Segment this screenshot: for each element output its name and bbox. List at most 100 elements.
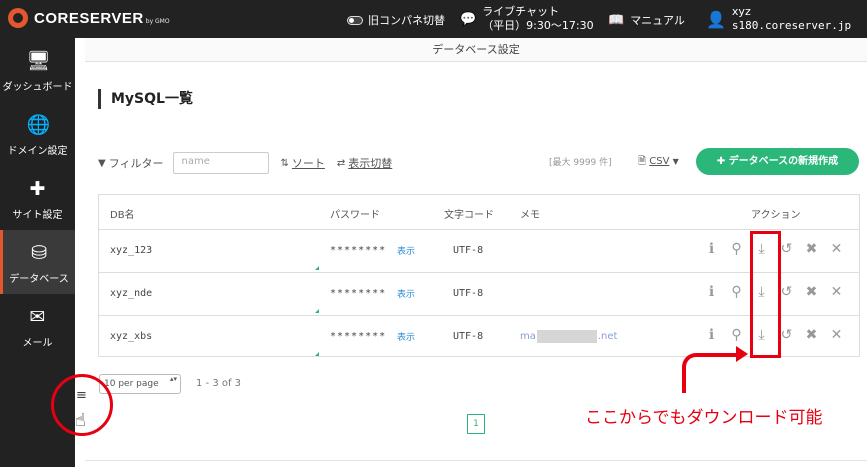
grid-plus-icon: ✚	[29, 178, 46, 200]
filter-input[interactable]: name	[173, 152, 270, 174]
edit-corner-mark[interactable]	[315, 352, 319, 356]
top-header: CORESERVER by GMO 旧コンパネ切替 💬 ライブチャット （平日）…	[0, 0, 867, 38]
monitor-icon: 🖥	[26, 50, 51, 72]
show-password-link[interactable]: 表示	[397, 330, 415, 343]
show-password-link[interactable]: 表示	[397, 244, 415, 257]
memo-prefix: ma	[520, 331, 536, 342]
live-chat-text: ライブチャット （平日）9:30～17:30	[482, 5, 593, 33]
key-icon[interactable]: ⚲	[728, 327, 745, 343]
csv-label: CSV	[649, 156, 670, 167]
column-header: パスワード	[330, 210, 380, 221]
result-range: 1 - 3 of 3	[196, 378, 242, 389]
edit-corner-mark[interactable]	[315, 266, 319, 270]
column-header: アクション	[751, 210, 801, 221]
old-panel-toggle-label: 旧コンパネ切替	[368, 14, 445, 27]
filter-label: フィルター	[108, 157, 164, 170]
display-toggle-link[interactable]: 表示切替	[348, 155, 392, 171]
column-header: メモ	[520, 210, 540, 221]
brand-sub: by GMO	[145, 17, 170, 25]
sidebar-item-site[interactable]: ✚ サイト設定	[0, 166, 75, 230]
column-header: DB名	[110, 210, 135, 221]
key-icon[interactable]: ⚲	[728, 241, 745, 257]
swap-icon: ⇄	[336, 157, 346, 169]
db-name: xyz_123	[110, 245, 153, 256]
new-database-label: データベースの新規作成	[728, 156, 839, 167]
sidebar-item-label: メール	[22, 338, 53, 349]
user-info: xyz s180.coreserver.jp	[732, 5, 851, 33]
show-password-link[interactable]: 表示	[397, 287, 415, 300]
sidebar-item-mail[interactable]: ✉ メール	[0, 294, 75, 358]
globe-icon: 🌐	[26, 114, 51, 136]
page-title: MySQL一覧	[98, 89, 193, 109]
user-menu[interactable]: 👤 xyz s180.coreserver.jp	[706, 5, 851, 33]
delete-icon[interactable]: ✕	[828, 241, 845, 257]
memo[interactable]: ma .net	[520, 330, 617, 343]
download-column-highlight	[750, 231, 781, 358]
table-row: xyz_nde ******** 表示 UTF-8 ℹ ⚲ ⤓ ↺ ✖ ✕	[99, 273, 859, 316]
brand-name: CORESERVER	[34, 9, 144, 27]
password-masked: ********	[330, 245, 387, 256]
memo-suffix: .net	[597, 331, 618, 342]
sidebar-item-database[interactable]: ⛁ データベース	[0, 230, 75, 294]
delete-icon[interactable]: ✕	[828, 327, 845, 343]
user-name: xyz	[731, 5, 751, 18]
toggle-switch-icon	[347, 15, 363, 25]
per-page-select[interactable]: 10 per page	[99, 374, 181, 394]
live-chat-link[interactable]: 💬 ライブチャット （平日）9:30～17:30	[460, 5, 594, 33]
annotation-text: ここからでもダウンロード可能	[585, 408, 823, 428]
delete-icon[interactable]: ✕	[828, 284, 845, 300]
live-chat-label: ライブチャット	[482, 5, 560, 18]
tools-icon[interactable]: ✖	[803, 284, 820, 300]
new-database-button[interactable]: ✚ データベースの新規作成	[696, 148, 859, 175]
plus-icon: ✚	[716, 156, 726, 167]
tools-icon[interactable]: ✖	[803, 241, 820, 257]
key-icon[interactable]: ⚲	[728, 284, 745, 300]
brand-logo[interactable]: CORESERVER by GMO	[8, 8, 170, 28]
charset: UTF-8	[453, 288, 484, 299]
server-name: s180.coreserver.jp	[731, 19, 852, 32]
hand-cursor-icon: ☝	[75, 410, 86, 431]
page-button[interactable]: 1	[467, 414, 485, 434]
password-masked: ********	[330, 331, 387, 342]
filter-icon: ▼	[98, 157, 106, 169]
info-icon[interactable]: ℹ	[703, 284, 720, 300]
info-icon[interactable]: ℹ	[703, 241, 720, 257]
old-panel-toggle[interactable]: 旧コンパネ切替	[347, 12, 445, 28]
filter-bar: ▼ フィルター name ⇅ ソート ⇄ 表示切替	[98, 151, 392, 175]
manual-link[interactable]: 📖 マニュアル	[608, 12, 685, 28]
table-header: DB名 パスワード 文字コード メモ アクション	[99, 195, 859, 230]
logo-mark	[8, 8, 28, 28]
sidebar-item-dashboard[interactable]: 🖥 ダッシュボード	[0, 38, 75, 102]
redacted-block	[536, 330, 597, 343]
book-icon: 📖	[608, 12, 625, 28]
db-name: xyz_xbs	[110, 331, 153, 342]
annotation-arrow	[682, 353, 740, 393]
password-masked: ********	[330, 288, 387, 299]
live-chat-hours: （平日）9:30～17:30	[482, 19, 594, 32]
sidebar-item-label: サイト設定	[12, 210, 63, 221]
caret-down-icon: ▼	[672, 157, 679, 166]
sort-icon: ⇅	[280, 157, 289, 169]
csv-dropdown[interactable]: 🗎 CSV ▼	[638, 154, 679, 171]
divider	[85, 460, 867, 461]
manual-label: マニュアル	[630, 14, 685, 27]
arrowhead-icon	[736, 346, 748, 362]
db-name: xyz_nde	[110, 288, 153, 299]
sidebar-item-label: ダッシュボード	[2, 82, 73, 93]
edit-corner-mark[interactable]	[315, 309, 319, 313]
max-count: [最大 9999 件]	[549, 158, 612, 168]
mail-icon: ✉	[29, 306, 46, 328]
sort-link[interactable]: ソート	[292, 155, 325, 171]
tools-icon[interactable]: ✖	[803, 327, 820, 343]
charset: UTF-8	[453, 245, 484, 256]
database-table: DB名 パスワード 文字コード メモ アクション xyz_123 *******…	[98, 194, 860, 357]
sidebar-item-label: データベース	[9, 274, 69, 285]
file-icon: 🗎	[638, 156, 647, 167]
user-icon: 👤	[706, 9, 726, 29]
sidebar-item-domain[interactable]: 🌐 ドメイン設定	[0, 102, 75, 166]
sidebar-item-label: ドメイン設定	[7, 146, 68, 157]
column-header: 文字コード	[444, 210, 494, 221]
info-icon[interactable]: ℹ	[703, 327, 720, 343]
chat-bubble-icon: 💬	[460, 11, 477, 27]
database-icon: ⛁	[31, 242, 47, 264]
